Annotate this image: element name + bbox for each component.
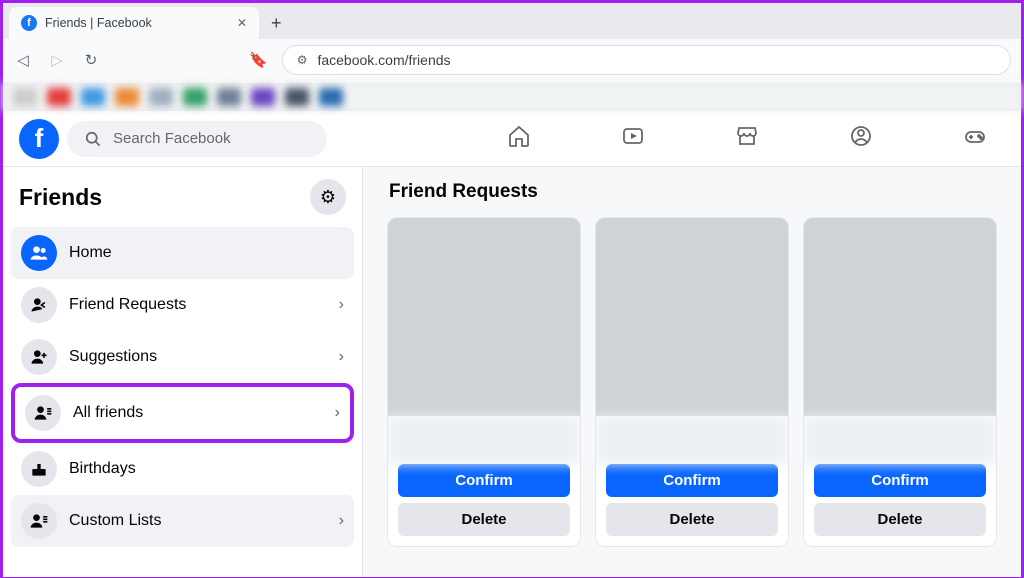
- top-nav: [497, 116, 997, 161]
- confirm-button[interactable]: Confirm: [814, 464, 986, 497]
- nav-gaming[interactable]: [953, 116, 997, 161]
- watch-icon: [621, 124, 645, 148]
- facebook-app: f Search Facebook Friends: [3, 111, 1021, 577]
- nav-marketplace[interactable]: [725, 116, 769, 161]
- sidebar-item-label: Home: [69, 244, 112, 262]
- bookmarks-bar: [3, 83, 1021, 111]
- confirm-button[interactable]: Confirm: [606, 464, 778, 497]
- chevron-right-icon: ›: [339, 512, 344, 530]
- birthdays-icon: [21, 451, 57, 487]
- bookmark-icon[interactable]: 🔖: [249, 51, 268, 69]
- friend-request-icon: [21, 287, 57, 323]
- all-friends-icon: [25, 395, 61, 431]
- search-placeholder: Search Facebook: [113, 130, 231, 147]
- sidebar-item-birthdays[interactable]: Birthdays: [11, 443, 354, 495]
- suggestions-icon: [21, 339, 57, 375]
- nav-groups[interactable]: [839, 116, 883, 161]
- browser-tab[interactable]: f Friends | Facebook ✕: [9, 7, 259, 39]
- profile-name-blurred: [804, 416, 996, 464]
- delete-button[interactable]: Delete: [814, 503, 986, 536]
- forward-button[interactable]: ▷: [47, 51, 67, 69]
- profile-photo[interactable]: [804, 218, 996, 416]
- reload-button[interactable]: ↻: [81, 51, 101, 69]
- back-button[interactable]: ◁: [13, 51, 33, 69]
- address-bar-row: ◁ ▷ ↻ 🔖 ⚙ facebook.com/friends: [3, 39, 1021, 83]
- sidebar-item-custom-lists[interactable]: Custom Lists ›: [11, 495, 354, 547]
- site-settings-icon[interactable]: ⚙: [297, 53, 308, 67]
- sidebar-item-label: All friends: [73, 404, 143, 422]
- search-icon: [83, 129, 103, 149]
- home-icon: [507, 124, 531, 148]
- chevron-right-icon: ›: [335, 404, 340, 422]
- confirm-button[interactable]: Confirm: [398, 464, 570, 497]
- sidebar-item-label: Custom Lists: [69, 512, 161, 530]
- fb-body: Friends ⚙ Home Friend Requests ›: [3, 167, 1021, 577]
- profile-photo[interactable]: [596, 218, 788, 416]
- friend-request-cards: Confirm Delete Confirm Delete: [387, 217, 997, 547]
- marketplace-icon: [735, 124, 759, 148]
- browser-chrome: f Friends | Facebook ✕ + ◁ ▷ ↻ 🔖 ⚙ faceb…: [3, 3, 1021, 111]
- delete-button[interactable]: Delete: [606, 503, 778, 536]
- sidebar: Friends ⚙ Home Friend Requests ›: [3, 167, 363, 577]
- new-tab-button[interactable]: +: [265, 13, 288, 34]
- settings-button[interactable]: ⚙: [310, 179, 346, 215]
- sidebar-item-all-friends[interactable]: All friends ›: [11, 383, 354, 443]
- friend-request-card: Confirm Delete: [595, 217, 789, 547]
- chevron-right-icon: ›: [339, 296, 344, 314]
- profile-photo[interactable]: [388, 218, 580, 416]
- url-text: facebook.com/friends: [317, 52, 450, 68]
- delete-button[interactable]: Delete: [398, 503, 570, 536]
- sidebar-header: Friends ⚙: [11, 179, 354, 227]
- sidebar-item-label: Suggestions: [69, 348, 157, 366]
- gaming-icon: [963, 124, 987, 148]
- tab-title: Friends | Facebook: [45, 16, 152, 30]
- friend-request-card: Confirm Delete: [803, 217, 997, 547]
- sidebar-item-label: Friend Requests: [69, 296, 186, 314]
- profile-name-blurred: [388, 416, 580, 464]
- nav-home[interactable]: [497, 116, 541, 161]
- main-content: Friend Requests Confirm Delete Confirm D…: [363, 167, 1021, 577]
- facebook-favicon: f: [21, 15, 37, 31]
- sidebar-title: Friends: [19, 184, 102, 211]
- sidebar-item-label: Birthdays: [69, 460, 136, 478]
- sidebar-item-friend-requests[interactable]: Friend Requests ›: [11, 279, 354, 331]
- nav-watch[interactable]: [611, 116, 655, 161]
- friend-request-card: Confirm Delete: [387, 217, 581, 547]
- custom-lists-icon: [21, 503, 57, 539]
- tab-strip: f Friends | Facebook ✕ +: [3, 3, 1021, 39]
- url-field[interactable]: ⚙ facebook.com/friends: [282, 45, 1011, 75]
- friends-home-icon: [21, 235, 57, 271]
- fb-header: f Search Facebook: [3, 111, 1021, 167]
- facebook-logo[interactable]: f: [19, 119, 59, 159]
- groups-icon: [849, 124, 873, 148]
- search-input[interactable]: Search Facebook: [67, 121, 327, 157]
- close-tab-icon[interactable]: ✕: [237, 16, 247, 30]
- gear-icon: ⚙: [320, 187, 336, 208]
- sidebar-item-suggestions[interactable]: Suggestions ›: [11, 331, 354, 383]
- sidebar-item-home[interactable]: Home: [11, 227, 354, 279]
- section-title: Friend Requests: [389, 181, 997, 203]
- chevron-right-icon: ›: [339, 348, 344, 366]
- profile-name-blurred: [596, 416, 788, 464]
